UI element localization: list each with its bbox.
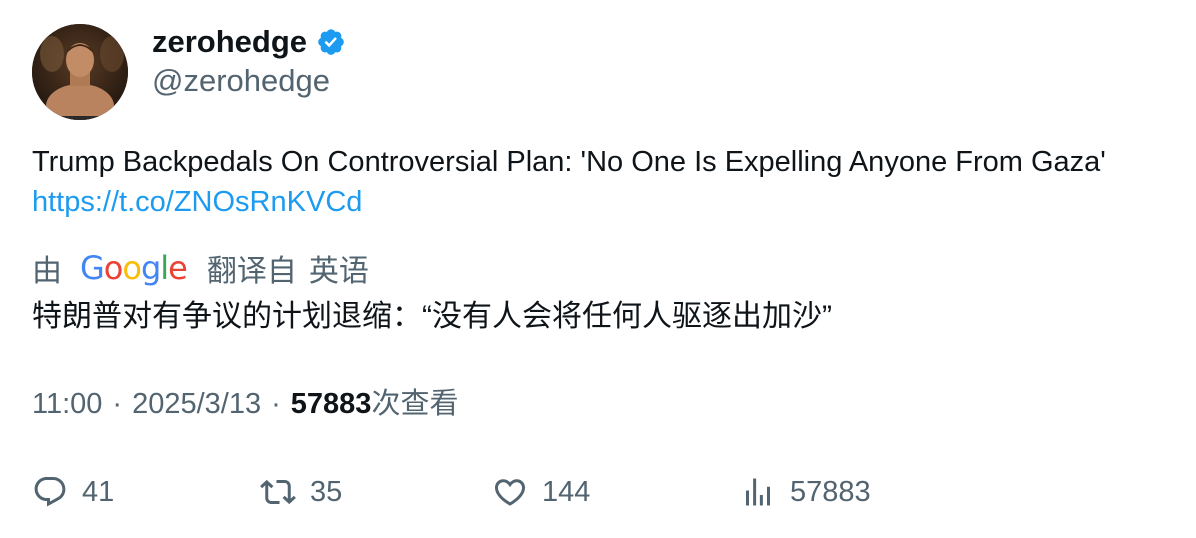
views-count: 57883 xyxy=(290,388,372,420)
reply-button[interactable]: 41 xyxy=(32,470,114,514)
tweet-link[interactable]: https://t.co/ZNOsRnKVCd xyxy=(32,186,362,218)
google-logo-letter: g xyxy=(140,249,161,287)
retweet-count: 35 xyxy=(310,475,343,508)
google-logo-letter: o xyxy=(103,249,124,287)
user-handle[interactable]: @zerohedge xyxy=(152,62,330,100)
views-button[interactable]: 57883 xyxy=(740,470,871,514)
analytics-icon xyxy=(746,478,770,506)
translated-from-label: 翻译自 xyxy=(206,255,297,288)
translation-attribution: 由 Google 翻译自 英语 xyxy=(32,246,369,290)
tweet-time[interactable]: 11:00 xyxy=(32,384,102,424)
source-language: 英语 xyxy=(308,255,369,288)
heart-icon xyxy=(494,479,526,506)
meta-separator: · xyxy=(112,388,123,420)
tweet-text: Trump Backpedals On Controversial Plan: … xyxy=(32,142,1152,222)
google-logo-letter: e xyxy=(168,249,188,287)
verified-badge-icon xyxy=(316,27,346,57)
reply-icon xyxy=(34,477,66,507)
translated-text: 特朗普对有争议的计划退缩：“没有人会将任何人驱逐出加沙” xyxy=(32,300,832,333)
display-name-text: zerohedge xyxy=(152,24,308,59)
tweet-date[interactable]: 2025/3/13 xyxy=(132,384,261,424)
google-logo[interactable]: Google xyxy=(80,249,188,287)
views-label: 次查看 xyxy=(371,388,459,420)
views-action-count: 57883 xyxy=(790,475,871,508)
translated-by-label: 由 xyxy=(32,255,62,288)
reply-count: 41 xyxy=(82,475,115,508)
google-logo-letter: G xyxy=(80,249,105,287)
like-button[interactable]: 144 xyxy=(492,470,590,514)
meta-separator: · xyxy=(271,388,281,420)
retweet-icon xyxy=(260,479,296,505)
display-name[interactable]: zerohedge xyxy=(152,23,346,61)
tweet-body: Trump Backpedals On Controversial Plan: … xyxy=(32,146,1106,178)
google-logo-letter: o xyxy=(122,249,142,287)
action-bar: 41 35 144 57883 xyxy=(32,470,1132,514)
tweet-meta: 11:00 · 2025/3/13 · 57883 次查看 xyxy=(32,384,458,424)
avatar-image xyxy=(32,24,128,120)
retweet-button[interactable]: 35 xyxy=(260,470,342,514)
like-count: 144 xyxy=(542,475,591,508)
google-logo-letter: l xyxy=(160,249,169,287)
avatar[interactable] xyxy=(32,24,128,120)
